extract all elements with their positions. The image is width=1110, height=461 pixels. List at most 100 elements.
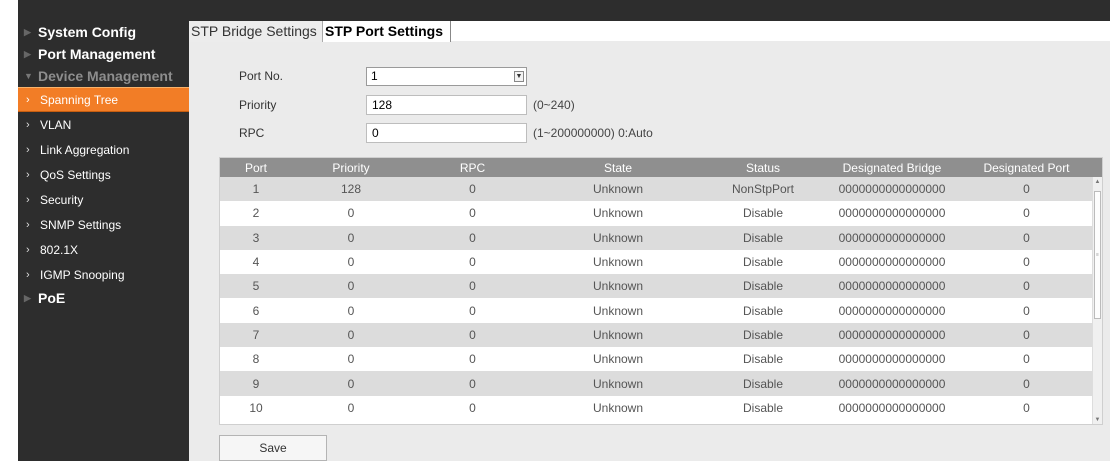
priority-row: Priority (0~240) xyxy=(239,95,575,115)
sidebar-item-label: VLAN xyxy=(40,117,72,132)
column-header-port: Port xyxy=(244,160,267,175)
table-row[interactable]: 9 0 0 Unknown Disable 0000000000000000 0 xyxy=(220,371,1102,396)
cell-designated-port: 0 xyxy=(1023,230,1030,245)
cell-designated-bridge: 0000000000000000 xyxy=(838,400,946,415)
sidebar-item-link-aggregation[interactable]: › Link Aggregation xyxy=(18,137,189,162)
table-row[interactable]: 5 0 0 Unknown Disable 0000000000000000 0 xyxy=(220,274,1102,299)
sidebar-item-label: 802.1X xyxy=(40,242,79,257)
table-row[interactable]: 4 0 0 Unknown Disable 0000000000000000 0 xyxy=(220,249,1102,275)
rpc-row: RPC (1~200000000) 0:Auto xyxy=(239,123,653,143)
scroll-thumb[interactable]: ≡ xyxy=(1094,191,1101,319)
table-row[interactable]: 2 0 0 Unknown Disable 0000000000000000 0 xyxy=(220,201,1102,226)
cell-designated-bridge: 0000000000000000 xyxy=(838,376,946,391)
nav-system-config[interactable]: ▶ System Config xyxy=(18,21,189,43)
table-row[interactable]: 6 0 0 Unknown Disable 0000000000000000 0 xyxy=(220,298,1102,323)
column-header-designated-bridge: Designated Bridge xyxy=(842,160,942,175)
chevron-right-icon: › xyxy=(26,243,30,256)
scroll-up-arrow-icon[interactable]: ▲ xyxy=(1093,177,1102,187)
tab-stp-bridge-settings[interactable]: STP Bridge Settings xyxy=(189,21,323,42)
cell-status: Disable xyxy=(742,352,784,367)
cell-priority: 0 xyxy=(347,206,355,221)
sidebar-item-igmp-snooping[interactable]: › IGMP Snooping xyxy=(18,262,189,287)
sidebar-item-label: Security xyxy=(40,192,84,207)
cell-rpc: 0 xyxy=(469,327,476,342)
cell-priority: 0 xyxy=(347,400,355,415)
scroll-down-arrow-icon[interactable]: ▼ xyxy=(1093,415,1102,424)
dropdown-arrow-icon[interactable]: ▼ xyxy=(514,70,524,82)
table-row[interactable]: 3 0 0 Unknown Disable 0000000000000000 0 xyxy=(220,225,1102,250)
cell-state: Unknown xyxy=(592,400,644,415)
nav-device-management-label: Device Management xyxy=(38,68,173,84)
cell-rpc: 0 xyxy=(469,230,476,245)
cell-designated-bridge: 0000000000000000 xyxy=(838,230,946,245)
tab-stp-port-settings[interactable]: STP Port Settings xyxy=(323,21,451,42)
cell-status: Disable xyxy=(742,279,784,294)
table-row[interactable]: 7 0 0 Unknown Disable 0000000000000000 0 xyxy=(220,322,1102,348)
cell-port: 7 xyxy=(252,327,260,342)
nav-port-management[interactable]: ▶ Port Management xyxy=(18,43,189,65)
column-header-status: Status xyxy=(745,160,781,175)
cell-priority: 0 xyxy=(347,255,355,270)
cell-port: 9 xyxy=(252,376,260,391)
nav-system-config-label: System Config xyxy=(38,24,137,40)
nav-poe-label: PoE xyxy=(38,290,66,306)
cell-designated-bridge: 0000000000000000 xyxy=(838,206,946,221)
cell-priority: 0 xyxy=(347,376,355,391)
nav-device-management[interactable]: ▼ Device Management xyxy=(18,65,189,87)
nav-poe[interactable]: ▶ PoE xyxy=(18,287,189,309)
port-table: Port Priority RPC State Status Designate… xyxy=(219,157,1103,425)
priority-range-hint: (0~240) xyxy=(533,98,575,112)
chevron-right-icon: › xyxy=(26,93,30,106)
column-header-rpc: RPC xyxy=(459,160,486,175)
table-row[interactable]: 10 0 0 Unknown Disable 0000000000000000 0 xyxy=(220,395,1102,420)
expand-triangle-icon: ▶ xyxy=(24,48,31,59)
sidebar-item-vlan[interactable]: › VLAN xyxy=(18,112,189,137)
cell-state: Unknown xyxy=(592,206,644,221)
cell-rpc: 0 xyxy=(469,352,476,367)
main-panel: STP Bridge Settings STP Port Settings Po… xyxy=(189,0,1110,461)
cell-designated-bridge: 0000000000000000 xyxy=(838,255,946,270)
cell-state: Unknown xyxy=(592,182,644,197)
cell-designated-port: 0 xyxy=(1023,400,1030,415)
cell-rpc: 0 xyxy=(469,400,476,415)
table-scrollbar[interactable]: ▲ ≡ ▼ xyxy=(1092,177,1102,424)
table-row[interactable]: 1 128 0 Unknown NonStpPort 0000000000000000 0 xyxy=(220,177,1102,202)
sidebar-item-spanning-tree[interactable]: › Spanning Tree xyxy=(18,87,189,112)
expand-triangle-icon: ▶ xyxy=(24,292,31,303)
sidebar-item-8021x[interactable]: › 802.1X xyxy=(18,237,189,262)
chevron-right-icon: › xyxy=(26,168,30,181)
table-row[interactable]: 8 0 0 Unknown Disable 0000000000000000 0 xyxy=(220,347,1102,372)
cell-status: Disable xyxy=(742,206,784,221)
cell-designated-bridge: 0000000000000000 xyxy=(838,279,946,294)
table-header: Port Priority RPC State Status Designate… xyxy=(220,158,1102,177)
sidebar-item-security[interactable]: › Security xyxy=(18,187,189,212)
sidebar-item-snmp-settings[interactable]: › SNMP Settings xyxy=(18,212,189,237)
cell-rpc: 0 xyxy=(469,255,476,270)
cell-state: Unknown xyxy=(592,279,644,294)
cell-priority: 0 xyxy=(347,352,355,367)
port-no-row: Port No. 1 ▼ xyxy=(239,66,527,86)
sidebar-item-qos-settings[interactable]: › QoS Settings xyxy=(18,162,189,187)
cell-port: 4 xyxy=(252,255,260,270)
port-no-value: 1 xyxy=(371,69,378,83)
cell-designated-bridge: 0000000000000000 xyxy=(838,303,946,318)
cell-port: 6 xyxy=(252,303,260,318)
cell-priority: 0 xyxy=(347,303,355,318)
priority-input[interactable] xyxy=(366,95,527,115)
cell-status: Disable xyxy=(742,255,784,270)
cell-priority: 0 xyxy=(347,279,355,294)
cell-designated-port: 0 xyxy=(1023,206,1030,221)
chevron-right-icon: › xyxy=(26,118,30,131)
cell-designated-port: 0 xyxy=(1023,279,1030,294)
cell-designated-port: 0 xyxy=(1023,352,1030,367)
port-no-select[interactable]: 1 ▼ xyxy=(366,66,527,86)
cell-status: Disable xyxy=(742,327,784,342)
chevron-right-icon: › xyxy=(26,268,30,281)
save-button[interactable]: Save xyxy=(219,435,327,461)
cell-designated-bridge: 0000000000000000 xyxy=(838,352,946,367)
sidebar-item-label: Link Aggregation xyxy=(40,142,130,157)
cell-designated-bridge: 0000000000000000 xyxy=(838,327,946,342)
rpc-input[interactable] xyxy=(366,123,527,143)
cell-designated-port: 0 xyxy=(1023,376,1030,391)
cell-designated-port: 0 xyxy=(1023,182,1030,197)
